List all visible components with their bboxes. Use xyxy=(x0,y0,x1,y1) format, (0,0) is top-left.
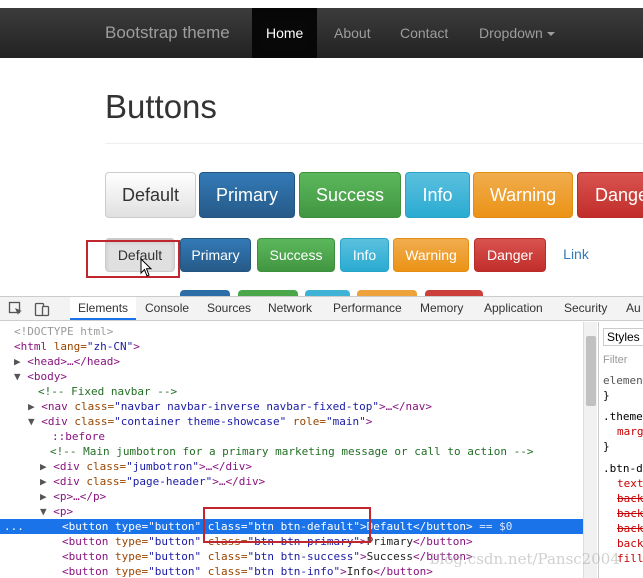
btn-lg-danger[interactable]: Dange xyxy=(577,172,643,218)
tab-audits[interactable]: Au xyxy=(618,297,643,320)
dom-line[interactable]: ▼ <body> xyxy=(14,369,67,384)
mouse-pointer-icon xyxy=(140,258,153,277)
btn-success[interactable]: Success xyxy=(257,238,335,272)
styles-filter-input[interactable]: Filter xyxy=(603,354,627,366)
tab-elements[interactable]: Elements xyxy=(70,297,137,320)
tab-performance[interactable]: Performance xyxy=(325,297,410,320)
btn-lg-default[interactable]: Default xyxy=(105,172,196,218)
dom-line[interactable]: ▶ <nav class="navbar navbar-inverse navb… xyxy=(28,399,432,414)
caret-down-icon xyxy=(546,32,555,37)
btn-danger[interactable]: Danger xyxy=(474,238,546,272)
dom-line[interactable]: ::before xyxy=(52,429,105,444)
watermark: blog.csdn.net/Pansc2004 xyxy=(430,550,620,568)
dom-line[interactable]: ▶ <div class="jumbotron">…</div> xyxy=(40,459,252,474)
tab-console[interactable]: Console xyxy=(137,297,197,320)
dom-line[interactable]: <html lang="zh-CN"> xyxy=(14,339,140,354)
expand-triangle-icon[interactable]: ▶ xyxy=(40,460,47,473)
collapse-triangle-icon[interactable]: ▼ xyxy=(28,415,35,428)
nav-dropdown[interactable]: Dropdown xyxy=(465,8,569,58)
dom-line[interactable]: <button type="button" class="btn btn-inf… xyxy=(62,564,433,578)
device-toolbar-icon[interactable] xyxy=(34,301,50,317)
expand-triangle-icon[interactable]: ▶ xyxy=(40,475,47,488)
btn-lg-info[interactable]: Info xyxy=(405,172,470,218)
navbar-brand[interactable]: Bootstrap theme xyxy=(105,8,230,58)
dom-line[interactable]: ▼ <div class="container theme-showcase" … xyxy=(28,414,372,429)
expand-triangle-icon[interactable]: ▶ xyxy=(28,400,35,413)
dom-line[interactable]: ▼ <p> xyxy=(40,504,73,519)
more-options-icon[interactable]: ... xyxy=(4,519,24,534)
divider xyxy=(105,143,643,144)
styles-pane: Styles Filter element } .theme marg } .b… xyxy=(598,322,643,578)
btn-lg-success[interactable]: Success xyxy=(299,172,401,218)
scrollbar[interactable] xyxy=(583,322,597,578)
dom-line[interactable]: <!-- Fixed navbar --> xyxy=(38,384,177,399)
btn-info[interactable]: Info xyxy=(340,238,389,272)
dom-line[interactable]: ▶ <div class="page-header">…</div> xyxy=(40,474,265,489)
styles-tab[interactable]: Styles xyxy=(603,328,643,346)
btn-primary[interactable]: Primary xyxy=(180,238,251,272)
nav-contact[interactable]: Contact xyxy=(386,8,462,58)
btn-link[interactable]: Link xyxy=(552,238,600,272)
expand-triangle-icon[interactable]: ▶ xyxy=(40,490,47,503)
btn-lg-primary[interactable]: Primary xyxy=(199,172,295,218)
highlight-box-class xyxy=(203,507,371,543)
devtools-panel: Elements Console Sources Network Perform… xyxy=(0,296,643,578)
nav-about[interactable]: About xyxy=(320,8,385,58)
highlight-box-button xyxy=(86,240,180,278)
nav-home[interactable]: Home xyxy=(252,8,318,58)
btn-lg-warning[interactable]: Warning xyxy=(473,172,573,218)
page-title: Buttons xyxy=(105,88,217,125)
nav-dropdown-label: Dropdown xyxy=(479,25,543,41)
tab-sources[interactable]: Sources xyxy=(199,297,259,320)
dom-line[interactable]: ▶ <p>…</p> xyxy=(40,489,106,504)
collapse-triangle-icon[interactable]: ▼ xyxy=(40,505,47,518)
dom-line[interactable]: ▶ <head>…</head> xyxy=(14,354,120,369)
inspect-element-icon[interactable] xyxy=(8,301,24,317)
tab-memory[interactable]: Memory xyxy=(412,297,471,320)
collapse-triangle-icon[interactable]: ▼ xyxy=(14,370,21,383)
dom-line[interactable]: <!DOCTYPE html> xyxy=(14,324,113,339)
tab-security[interactable]: Security xyxy=(556,297,615,320)
scrollbar-thumb[interactable] xyxy=(586,336,596,406)
devtools-tabbar: Elements Console Sources Network Perform… xyxy=(0,297,643,321)
expand-triangle-icon[interactable]: ▶ xyxy=(14,355,21,368)
web-page: Bootstrap theme Home About Contact Dropd… xyxy=(0,0,643,296)
dom-line[interactable]: <!-- Main jumbotron for a primary market… xyxy=(50,444,533,459)
tab-application[interactable]: Application xyxy=(476,297,551,320)
dom-line[interactable]: <button type="button" class="btn btn-suc… xyxy=(62,549,473,564)
navbar: Bootstrap theme Home About Contact Dropd… xyxy=(0,8,643,58)
tab-network[interactable]: Network xyxy=(260,297,320,320)
btn-warning[interactable]: Warning xyxy=(393,238,469,272)
